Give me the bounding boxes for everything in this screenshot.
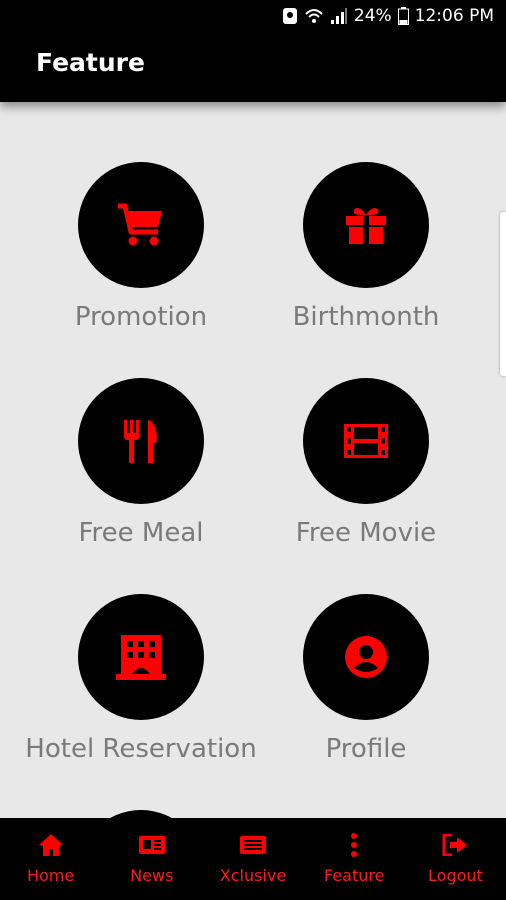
- news-icon: [138, 836, 165, 854]
- film-icon: [344, 424, 388, 458]
- shopping-cart-icon: [118, 203, 162, 246]
- feature-promotion-circle[interactable]: [78, 162, 204, 288]
- nav-item-xclusive[interactable]: Xclusive: [202, 818, 303, 900]
- hotel-icon: [116, 635, 166, 680]
- wifi-icon: [305, 9, 323, 23]
- nav-item-news[interactable]: News: [101, 818, 202, 900]
- home-icon: [38, 834, 63, 856]
- next-feature-circle[interactable]: [78, 810, 204, 818]
- bottom-navigation: Home News Xclusive Feature Logout: [0, 818, 506, 900]
- page-title: Feature: [36, 48, 145, 77]
- more-vertical-icon: [351, 833, 358, 857]
- feature-free-meal-circle[interactable]: [78, 378, 204, 504]
- feature-grid[interactable]: Promotion Birthmonth Free Meal Free Movi…: [0, 102, 506, 818]
- feature-label: Profile: [325, 734, 407, 764]
- feature-label: Free Movie: [295, 518, 437, 548]
- gift-icon: [346, 208, 386, 244]
- feature-promotion[interactable]: Promotion: [21, 162, 261, 332]
- battery-icon: [397, 7, 409, 25]
- feature-label: Hotel Reservation: [25, 734, 257, 764]
- nav-item-home[interactable]: Home: [0, 818, 101, 900]
- nav-item-logout[interactable]: Logout: [405, 818, 506, 900]
- feature-birthmonth-circle[interactable]: [303, 162, 429, 288]
- signal-icon: [330, 8, 347, 24]
- feature-free-movie-circle[interactable]: [303, 378, 429, 504]
- feature-label: Promotion: [74, 302, 208, 332]
- feature-free-meal[interactable]: Free Meal: [21, 378, 261, 548]
- scrollbar[interactable]: [500, 212, 506, 376]
- feature-label: Birthmonth: [292, 302, 440, 332]
- profile-icon: [345, 636, 387, 678]
- feature-birthmonth[interactable]: Birthmonth: [246, 162, 486, 332]
- status-bar: 24% 12:06 PM: [0, 0, 506, 34]
- fork-knife-icon: [124, 420, 157, 463]
- logout-icon: [442, 834, 468, 856]
- clock: 12:06 PM: [414, 6, 494, 26]
- nav-item-feature[interactable]: Feature: [304, 818, 405, 900]
- feature-profile[interactable]: Profile: [246, 594, 486, 764]
- nav-label-logout: Logout: [428, 866, 483, 885]
- feature-free-movie[interactable]: Free Movie: [246, 378, 486, 548]
- battery-percent: 24%: [353, 6, 392, 26]
- feature-hotel-reservation[interactable]: Hotel Reservation: [21, 594, 261, 764]
- nav-label-home: Home: [26, 866, 75, 885]
- nav-label-news: News: [130, 866, 174, 885]
- status-indicators: 24% 12:06 PM: [282, 6, 494, 26]
- feature-profile-circle[interactable]: [303, 594, 429, 720]
- xclusive-icon: [240, 836, 266, 854]
- feature-hotel-reservation-circle[interactable]: [78, 594, 204, 720]
- nav-label-xclusive: Xclusive: [219, 866, 287, 885]
- app-bar: Feature: [0, 34, 506, 102]
- feature-label: Free Meal: [78, 518, 204, 548]
- nav-label-feature: Feature: [323, 866, 385, 885]
- notification-icon: [282, 8, 297, 24]
